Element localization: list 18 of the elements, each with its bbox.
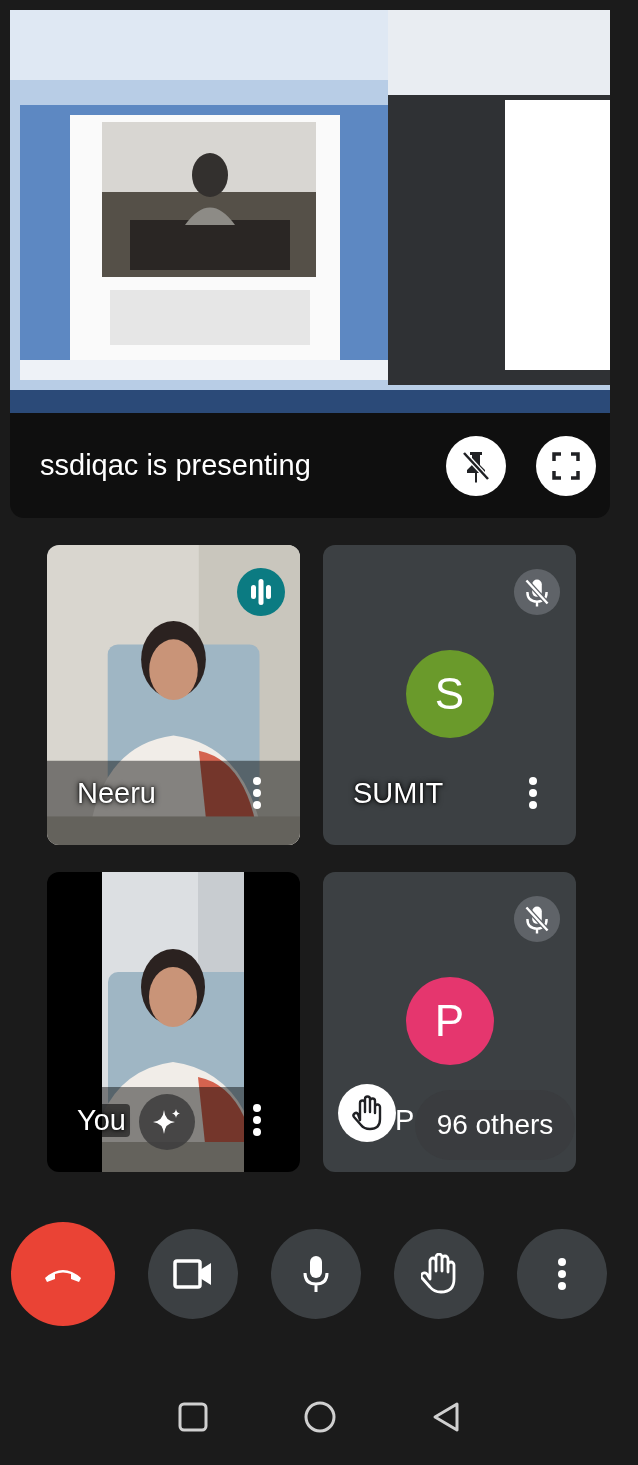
more-options-icon[interactable] [528,776,538,810]
participant-name: P [395,1104,415,1137]
participant-name: Neeru [77,777,156,810]
microphone-icon [302,1254,330,1294]
fullscreen-icon [552,451,580,480]
more-options-icon[interactable] [252,1103,262,1137]
home-icon[interactable] [304,1401,336,1433]
presenting-label: ssdiqac is presenting [40,449,311,482]
participant-name: SUMIT [353,777,444,810]
avatar: P [405,977,494,1065]
recent-apps-icon[interactable] [178,1402,208,1432]
back-icon[interactable] [432,1401,460,1433]
others-count[interactable]: 96 others [415,1090,575,1160]
hand-icon [421,1253,457,1295]
avatar: S [405,650,494,738]
video-camera-icon [173,1258,213,1290]
more-options-icon[interactable] [252,776,262,810]
more-options-icon [557,1257,567,1291]
